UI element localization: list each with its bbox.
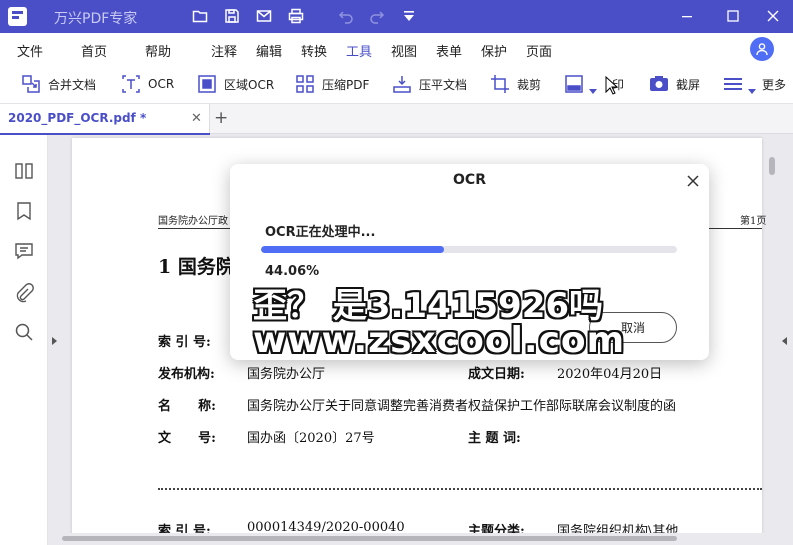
flatten-label: 压平文档 <box>419 77 468 92</box>
redo-icon[interactable] <box>367 6 387 26</box>
ocr-icon <box>120 73 142 95</box>
flatten-icon <box>391 73 413 95</box>
mail-icon[interactable] <box>254 6 274 26</box>
docno-label: 文 号: <box>158 431 216 446</box>
crop-button[interactable]: 裁剪 <box>489 72 541 96</box>
thumbnails-icon[interactable] <box>13 160 35 182</box>
area-ocr-label: 区域OCR <box>224 77 275 92</box>
ocr-status-text: OCR正在处理中... <box>265 225 376 240</box>
issuer-label: 发布机构: <box>158 367 215 382</box>
page-header-right: 第1页 <box>740 216 767 227</box>
flatten-button[interactable]: 压平文档 <box>391 72 467 96</box>
left-sidebar <box>0 135 48 545</box>
title-bar: 万兴PDF专家 <box>0 0 793 33</box>
comment-icon[interactable] <box>13 240 35 262</box>
folder-open-icon[interactable] <box>190 6 210 26</box>
new-tab-icon[interactable]: + <box>214 109 228 127</box>
bookmark-icon[interactable] <box>13 200 35 222</box>
active-menu-indicator <box>345 30 376 32</box>
subject-label: 主 题 词: <box>468 431 521 446</box>
watermark-line-2: www.zsxcool.com <box>253 320 626 361</box>
sidebar-expand-icon[interactable] <box>52 337 57 345</box>
maximize-button[interactable] <box>721 4 745 28</box>
menu-view[interactable]: 视图 <box>391 41 417 60</box>
document-tab[interactable]: 2020_PDF_OCR.pdf * ✕ <box>0 104 210 135</box>
menu-convert[interactable]: 转换 <box>301 41 327 60</box>
compress-icon <box>294 73 316 95</box>
category-value: 国务院组织机构\其他 <box>557 524 679 533</box>
menu-bar: 文件 首页 帮助 注释 编辑 转换 工具 视图 表单 保护 页面 <box>0 33 793 66</box>
search-icon[interactable] <box>13 321 35 343</box>
ocr-button[interactable]: OCR <box>120 72 174 96</box>
close-window-button[interactable] <box>761 4 785 28</box>
page-header-left: 国务院办公厅政 <box>158 216 228 227</box>
right-panel-expand-icon[interactable] <box>782 337 787 345</box>
date-value: 2020年04月20日 <box>557 367 663 382</box>
compress-label: 压缩PDF <box>322 77 370 92</box>
index2-value: 000014349/2020-00040 <box>247 520 405 533</box>
ocr-label: OCR <box>148 77 175 91</box>
merge-button[interactable]: 合并文档 <box>20 72 96 96</box>
issuer-value: 国务院办公厅 <box>247 367 326 382</box>
compress-button[interactable]: 压缩PDF <box>294 72 369 96</box>
quick-access-dropdown-icon[interactable] <box>399 6 419 26</box>
category-label: 主题分类: <box>468 524 525 533</box>
more-label: 更多 <box>762 77 787 92</box>
date-label: 成文日期: <box>468 367 525 382</box>
screenshot-label: 截屏 <box>676 77 701 92</box>
minimize-button[interactable] <box>675 4 699 28</box>
merge-label: 合并文档 <box>48 77 97 92</box>
screenshot-button[interactable]: 截屏 <box>648 72 700 96</box>
background-button[interactable] <box>563 72 591 96</box>
background-icon <box>563 73 585 95</box>
area-ocr-icon <box>196 73 218 95</box>
index-label: 索 引 号: <box>158 335 211 350</box>
name-value: 国务院办公厅关于同意调整完善消费者权益保护工作部际联席会议制度的函 <box>247 399 677 414</box>
crop-label: 裁剪 <box>517 77 542 92</box>
vertical-scrollbar[interactable] <box>769 157 775 175</box>
progress-percent: 44.06% <box>265 264 320 279</box>
index2-label: 索 引 号: <box>158 524 211 533</box>
dotted-separator <box>158 488 762 490</box>
mouse-cursor-icon <box>605 76 619 95</box>
dialog-close-icon[interactable] <box>685 173 701 189</box>
document-tab-bar: 2020_PDF_OCR.pdf * ✕ + <box>0 104 793 135</box>
horizontal-scrollbar[interactable] <box>60 535 780 543</box>
more-icon <box>722 73 744 95</box>
more-dropdown-icon[interactable] <box>748 89 756 94</box>
merge-icon <box>20 73 42 95</box>
background-dropdown-icon[interactable] <box>589 89 597 94</box>
menu-form[interactable]: 表单 <box>436 41 462 60</box>
menu-edit[interactable]: 编辑 <box>256 41 282 60</box>
area-ocr-button[interactable]: 区域OCR <box>196 72 274 96</box>
app-logo-icon <box>8 7 27 26</box>
print-icon[interactable] <box>286 6 306 26</box>
save-icon[interactable] <box>222 6 242 26</box>
document-heading: 1 国务院 <box>158 256 235 278</box>
menu-comment[interactable]: 注释 <box>211 41 237 60</box>
progress-bar-fill <box>261 246 445 253</box>
menu-page[interactable]: 页面 <box>526 41 552 60</box>
menu-protect[interactable]: 保护 <box>481 41 507 60</box>
menu-help[interactable]: 帮助 <box>145 41 171 60</box>
docno-value: 国办函〔2020〕27号 <box>247 431 375 446</box>
tab-close-icon[interactable]: ✕ <box>191 112 202 125</box>
app-title: 万兴PDF专家 <box>54 11 138 27</box>
menu-file[interactable]: 文件 <box>17 41 43 60</box>
menu-home[interactable]: 首页 <box>81 41 107 60</box>
attachment-icon[interactable] <box>13 282 35 304</box>
dialog-title: OCR <box>453 172 486 188</box>
screenshot-icon <box>648 73 670 95</box>
tab-title: 2020_PDF_OCR.pdf * <box>8 111 147 125</box>
undo-icon[interactable] <box>336 6 356 26</box>
tool-ribbon: 合并文档 OCR 区域OCR 压缩PDF 压平文档 裁剪 印 截屏 更多 <box>0 66 793 104</box>
name-label: 名 称: <box>158 399 216 414</box>
progress-bar <box>261 246 677 253</box>
user-avatar-icon[interactable] <box>750 37 774 61</box>
menu-tools[interactable]: 工具 <box>346 41 372 60</box>
horizontal-scroll-thumb[interactable] <box>62 536 677 541</box>
crop-icon <box>489 73 511 95</box>
